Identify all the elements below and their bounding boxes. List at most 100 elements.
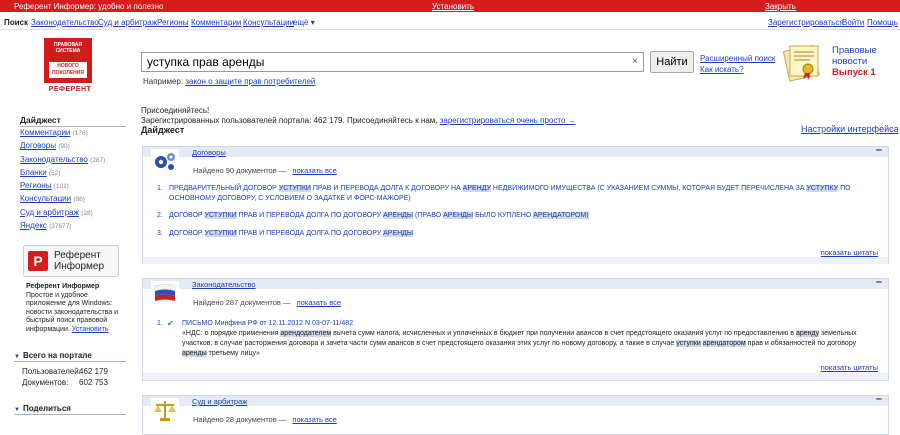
collapse-icon[interactable]: – xyxy=(876,393,882,405)
show-quotes-link[interactable]: показать цитаты xyxy=(821,363,878,372)
result-item[interactable]: 1. ✔ ПИСЬМО Минфина РФ от 12.11.2012 N 0… xyxy=(157,319,872,359)
sidebar-item-label[interactable]: Комментарии xyxy=(20,128,70,137)
result-title: ПИСЬМО Минфина РФ от 12.11.2012 N 03-07-… xyxy=(182,320,354,327)
informer-desc-title: Референт Информер xyxy=(26,283,100,290)
collapse-triangle-icon: ▼ xyxy=(14,407,20,413)
panel-title[interactable]: Договоры xyxy=(192,148,226,157)
sidebar-item-label[interactable]: Яндекс xyxy=(20,221,47,230)
scales-icon xyxy=(151,398,179,422)
informer-logo-icon: Р xyxy=(28,251,48,271)
join-register-link[interactable]: зарегистрироваться очень просто → xyxy=(440,116,576,125)
separator-dash: — xyxy=(278,415,287,424)
join-text: Зарегистрированных пользователей портала… xyxy=(141,116,576,125)
search-example: Например: закон о защите прав потребител… xyxy=(143,77,315,86)
how-to-search-link[interactable]: Как искать? xyxy=(700,65,744,74)
sidebar-item[interactable]: Яндекс (37677) xyxy=(20,221,105,234)
sidebar-item-count: (88) xyxy=(73,196,85,204)
promo-line2: новости xyxy=(832,56,868,67)
users-label: Пользователей: xyxy=(22,367,81,376)
show-all-link[interactable]: показать все xyxy=(297,298,341,307)
logo-line2: НОВОГО ПОКОЛЕНИЯ xyxy=(49,62,87,78)
result-item[interactable]: 2. Договор уступки прав и перевода долга… xyxy=(157,211,872,229)
search-help-links: Расширенный поиск Как искать? xyxy=(700,53,775,75)
portal-stats-heading[interactable]: ▼ Всего на портале xyxy=(14,351,126,362)
sidebar-item[interactable]: Комментарии (176) xyxy=(20,128,105,141)
sidebar-item[interactable]: Договоры (90) xyxy=(20,141,105,154)
interface-settings-link[interactable]: Настройки интерфейса xyxy=(801,124,899,134)
informer-title: Референт Информер xyxy=(54,250,104,272)
sidebar-item[interactable]: Законодательство (287) xyxy=(20,155,105,168)
sidebar-item[interactable]: Консультации (88) xyxy=(20,194,105,207)
sidebar-item-label[interactable]: Бланки xyxy=(20,168,47,177)
sidebar-item-count: (90) xyxy=(58,143,70,151)
install-link[interactable]: Установить xyxy=(432,2,474,11)
informer-description: Референт Информер Простое и удобное прил… xyxy=(26,283,124,335)
collapse-icon[interactable]: – xyxy=(876,276,882,288)
digest-panel-court: Суд и арбитраж – Найдено 28 документов —… xyxy=(142,393,889,435)
show-quotes-link[interactable]: показать цитаты xyxy=(821,248,878,257)
find-button[interactable]: Найти xyxy=(650,51,694,73)
logo-line1: ПРАВОВАЯ СИСТЕМА xyxy=(53,42,83,54)
digest-panel-contracts: Договоры – Найдено 90 документов — показ… xyxy=(142,144,889,264)
login-link[interactable]: Войти xyxy=(842,18,864,27)
sidebar-item-label[interactable]: Суд и арбитраж xyxy=(20,208,79,217)
found-count: Найдено 287 документов xyxy=(193,298,281,307)
sidebar-item-count: (52) xyxy=(48,169,61,177)
legal-news-icon[interactable] xyxy=(782,42,822,82)
sidebar-item-count: (101) xyxy=(53,183,69,191)
nav-more[interactable]: ещё ▾ xyxy=(293,18,315,27)
help-link[interactable]: Помощь xyxy=(867,18,898,27)
sidebar-item[interactable]: Бланки (52) xyxy=(20,168,105,181)
found-count: Найдено 90 документов xyxy=(193,166,277,175)
collapse-icon[interactable]: – xyxy=(876,144,882,156)
register-link[interactable]: Зарегистрироваться xyxy=(768,18,844,27)
logo-brand: РЕФЕРЕНТ xyxy=(48,86,92,93)
result-item[interactable]: 3. Договор уступки прав и перевода долга… xyxy=(157,229,872,243)
informer-download-button[interactable]: Р Референт Информер xyxy=(23,245,119,277)
collapse-triangle-icon: ▼ xyxy=(14,354,20,360)
nav-comments[interactable]: Комментарии xyxy=(191,18,241,27)
russian-flag-icon xyxy=(151,281,179,305)
referent-logo[interactable]: ПРАВОВАЯ СИСТЕМА НОВОГО ПОКОЛЕНИЯ РЕФЕРЕ… xyxy=(44,38,96,98)
sidebar-item-count: (28) xyxy=(81,209,93,217)
nav-regions[interactable]: Регионы xyxy=(157,18,188,27)
share-heading[interactable]: ▼ Поделиться xyxy=(14,404,126,415)
portal-stats-title: Всего на портале xyxy=(22,351,92,360)
docs-label: Документов: xyxy=(22,378,69,387)
promo-issue: Выпуск 1 xyxy=(832,67,876,78)
sidebar-digest-list: Комментарии (176) Договоры (90) Законода… xyxy=(20,128,105,234)
panel-title[interactable]: Суд и арбитраж xyxy=(192,397,247,406)
panel-title[interactable]: Законодательство xyxy=(192,280,256,289)
result-link[interactable]: Договор уступки прав и перевода долга по… xyxy=(169,229,872,239)
result-link[interactable]: ПИСЬМО Минфина РФ от 12.11.2012 N 03-07-… xyxy=(182,319,872,359)
separator-dash: — xyxy=(278,166,287,175)
sidebar-item[interactable]: Регионы (101) xyxy=(20,181,105,194)
search-input[interactable]: уступка прав аренды xyxy=(141,52,644,72)
sidebar-item-label[interactable]: Консультации xyxy=(20,194,71,203)
nav-search[interactable]: Поиск xyxy=(4,18,28,27)
show-all-link[interactable]: показать все xyxy=(292,166,336,175)
users-stat: Пользователей: 462 179 xyxy=(22,367,108,376)
panel-header: Суд и арбитраж – xyxy=(143,393,888,406)
sidebar-item-count: (37677) xyxy=(49,223,72,231)
sidebar-item-label[interactable]: Законодательство xyxy=(20,155,88,164)
example-link[interactable]: закон о защите прав потребителей xyxy=(185,77,315,86)
show-all-link[interactable]: показать все xyxy=(292,415,336,424)
nav-legislation[interactable]: Законодательство xyxy=(31,18,99,27)
sidebar-item[interactable]: Суд и арбитраж (28) xyxy=(20,208,105,221)
nav-consultations[interactable]: Консультации xyxy=(243,18,294,27)
advanced-search-link[interactable]: Расширенный поиск xyxy=(700,54,775,63)
close-link[interactable]: Закрыть xyxy=(765,2,796,11)
panel-header: Законодательство – xyxy=(143,276,888,289)
sidebar-item-label[interactable]: Договоры xyxy=(20,141,56,150)
sidebar-item-label[interactable]: Регионы xyxy=(20,181,51,190)
legal-news-promo[interactable]: Правовые новости Выпуск 1 xyxy=(832,45,877,78)
clear-icon[interactable]: × xyxy=(632,56,638,67)
informer-install-link[interactable]: Установить xyxy=(72,326,109,333)
result-item[interactable]: 1. Предварительный договор уступки прав … xyxy=(157,184,872,211)
separator-dash: — xyxy=(282,298,291,307)
result-link[interactable]: Договор уступки прав и перевода долга по… xyxy=(169,211,872,221)
result-link[interactable]: Предварительный договор уступки прав и п… xyxy=(169,184,872,204)
informer-title-2: Информер xyxy=(54,261,105,272)
nav-court[interactable]: Суд и арбитраж xyxy=(98,18,157,27)
